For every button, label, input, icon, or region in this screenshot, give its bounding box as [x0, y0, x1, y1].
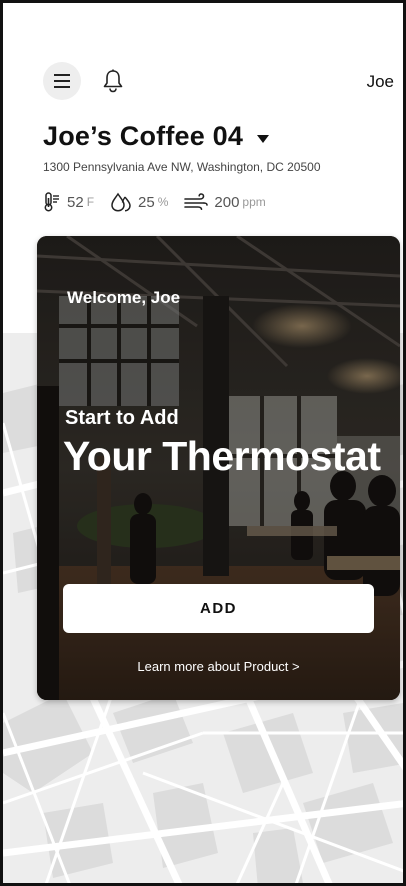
header-bar: Joe [3, 58, 403, 108]
app-screen: Joe Joe’s Coffee 04 1300 Pennsylvania Av… [0, 0, 406, 886]
add-button[interactable]: ADD [63, 584, 374, 633]
location-title: Joe’s Coffee 04 [43, 121, 244, 151]
location-address: 1300 Pennsylvania Ave NW, Washington, DC… [43, 160, 321, 174]
humidity-unit: % [157, 195, 169, 209]
dropdown-caret-icon [257, 134, 270, 143]
thermometer-icon [44, 192, 59, 212]
humidity-drop-icon [111, 192, 131, 212]
humidity-value: 25 [138, 193, 155, 211]
bell-icon [103, 69, 123, 93]
card-subtitle: Start to Add [65, 407, 179, 429]
humidity-metric: 25 % [110, 192, 168, 212]
air-quality-unit: ppm [242, 195, 266, 209]
welcome-text: Welcome, Joe [67, 288, 181, 307]
add-thermostat-card: Welcome, Joe Start to Add Your Thermosta… [37, 236, 400, 700]
temperature-metric: 52 F [43, 192, 94, 212]
temperature-value: 52 [67, 193, 84, 211]
air-quality-value: 200 [214, 193, 240, 211]
air-quality-metric: 200 ppm [184, 193, 266, 211]
environment-metrics: 52 F 25 % 200 ppm [43, 190, 282, 214]
card-title: Your Thermostat [63, 433, 381, 479]
menu-button[interactable] [43, 62, 81, 100]
wind-icon [184, 193, 209, 210]
learn-more-link[interactable]: Learn more about Product > [37, 659, 400, 674]
temperature-unit: F [86, 195, 95, 209]
user-name[interactable]: Joe [367, 72, 394, 92]
hamburger-menu-icon [54, 74, 70, 88]
location-selector[interactable]: Joe’s Coffee 04 [43, 121, 270, 152]
notifications-button[interactable] [99, 66, 127, 96]
